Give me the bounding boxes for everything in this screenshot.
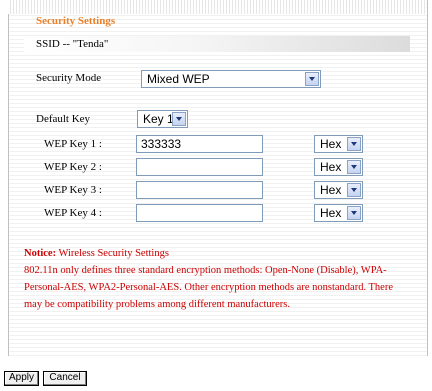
wep-key-3-format-select[interactable]: Hex — [314, 181, 363, 199]
chevron-down-icon[interactable] — [172, 112, 186, 126]
wep-key-2-label: WEP Key 2 : — [44, 161, 102, 173]
wep-key-3-label: WEP Key 3 : — [44, 184, 102, 196]
wep-key-4-format-value: Hex — [320, 206, 342, 220]
notice-title: Wireless Security Settings — [56, 248, 169, 259]
chevron-down-icon[interactable] — [347, 137, 361, 151]
notice-body: 802.11n only defines three standard encr… — [24, 265, 393, 310]
wep-key-4-input[interactable] — [136, 204, 263, 222]
chevron-down-icon[interactable] — [347, 183, 361, 197]
security-mode-value: Mixed WEP — [147, 72, 210, 86]
section-title: Security Settings — [36, 15, 116, 27]
wep-key-3-format-value: Hex — [320, 183, 342, 197]
wep-key-1-format-select[interactable]: Hex — [314, 135, 363, 153]
ssid-label: SSID -- "Tenda" — [36, 38, 109, 50]
default-key-label: Default Key — [36, 113, 91, 125]
default-key-value: Key 1 — [143, 112, 174, 126]
wep-key-4-format-select[interactable]: Hex — [314, 204, 363, 222]
header-stripe — [8, 0, 426, 14]
wep-key-2-format-value: Hex — [320, 160, 342, 174]
chevron-down-icon[interactable] — [347, 160, 361, 174]
wep-key-1-format-value: Hex — [320, 137, 342, 151]
wep-key-2-input[interactable] — [136, 158, 263, 176]
wep-key-1-input[interactable] — [136, 135, 263, 153]
cancel-button[interactable]: Cancel — [43, 371, 87, 386]
chevron-down-icon[interactable] — [305, 72, 319, 86]
notice-block: Notice: Wireless Security Settings 802.1… — [24, 245, 394, 313]
chevron-down-icon[interactable] — [347, 206, 361, 220]
notice-heading: Notice: — [24, 248, 57, 259]
security-mode-label: Security Mode — [36, 72, 102, 84]
wep-key-4-label: WEP Key 4 : — [44, 207, 102, 219]
wep-key-2-format-select[interactable]: Hex — [314, 158, 363, 176]
wep-key-3-input[interactable] — [136, 181, 263, 199]
wep-key-1-label: WEP Key 1 : — [44, 138, 102, 150]
default-key-select[interactable]: Key 1 — [137, 110, 188, 128]
security-mode-select[interactable]: Mixed WEP — [141, 70, 321, 88]
apply-button[interactable]: Apply — [4, 371, 39, 386]
